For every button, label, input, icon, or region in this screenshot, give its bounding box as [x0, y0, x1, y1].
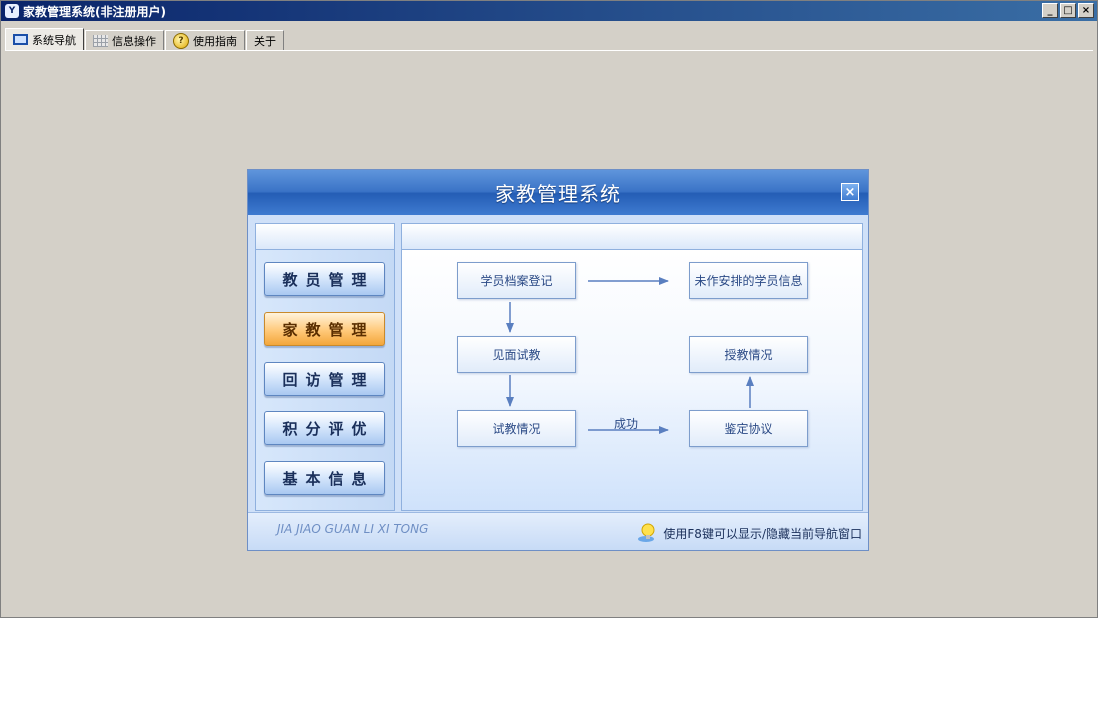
workflow-body: 学员档案登记 见面试教 试教情况 鉴定协议 授教情况 未作安排的学员信息 成功: [402, 251, 862, 510]
navigation-sidebar: 教员管理 家教管理 回访管理 积分评优 基本信息: [255, 223, 395, 511]
workflow-header: [402, 224, 862, 250]
points-rating-button[interactable]: 积分评优: [264, 411, 385, 445]
footer-brand: JIA JIAO GUAN LI XI TONG: [277, 522, 429, 536]
window-controls: _ □ ×: [1042, 3, 1094, 18]
navigation-footer: JIA JIAO GUAN LI XI TONG 使用F8键可以显示/隐藏当前导…: [248, 512, 868, 550]
footer-tip-text: 使用F8键可以显示/隐藏当前导航窗口: [663, 526, 862, 541]
basic-info-button[interactable]: 基本信息: [264, 461, 385, 495]
footer-tip: 使用F8键可以显示/隐藏当前导航窗口: [637, 522, 862, 544]
tab-user-guide[interactable]: ? 使用指南: [165, 30, 245, 51]
navigation-title: 家教管理系统: [495, 182, 621, 206]
flow-step-student-registration[interactable]: 学员档案登记: [457, 262, 576, 299]
teacher-management-button[interactable]: 教员管理: [264, 262, 385, 296]
tab-about[interactable]: 关于: [246, 30, 284, 51]
navigation-panel: 家教管理系统 × 教员管理 家教管理 回访管理 积分评优 基本信息 学员档案登记…: [247, 169, 869, 551]
flow-step-teaching-status[interactable]: 授教情况: [689, 336, 808, 373]
flow-step-agreement[interactable]: 鉴定协议: [689, 410, 808, 447]
navigation-header: 家教管理系统 ×: [248, 170, 868, 215]
flow-step-meeting-trial[interactable]: 见面试教: [457, 336, 576, 373]
monitor-icon: [13, 34, 28, 45]
workflow-panel: 学员档案登记 见面试教 试教情况 鉴定协议 授教情况 未作安排的学员信息 成功: [401, 223, 863, 511]
sidebar-header: [256, 224, 394, 250]
minimize-button[interactable]: _: [1042, 3, 1058, 18]
tab-label: 关于: [254, 34, 276, 48]
help-icon: ?: [173, 32, 189, 49]
follow-up-management-button[interactable]: 回访管理: [264, 362, 385, 396]
title-bar[interactable]: Y 家教管理系统(非注册用户) _ □ ×: [1, 1, 1097, 21]
tab-information-operation[interactable]: 信息操作: [85, 30, 164, 51]
app-icon: Y: [5, 4, 19, 18]
flow-edge-label: 成功: [614, 417, 639, 431]
tab-label: 系统导航: [32, 33, 76, 47]
tab-label: 信息操作: [112, 34, 156, 48]
tab-strip: 系统导航 信息操作 ? 使用指南 关于: [5, 28, 285, 51]
flow-step-trial-status[interactable]: 试教情况: [457, 410, 576, 447]
tutoring-management-button[interactable]: 家教管理: [264, 312, 385, 346]
close-navigation-button[interactable]: ×: [841, 183, 859, 201]
tab-divider: [5, 50, 1093, 51]
lightbulb-icon: [638, 523, 655, 542]
app-window: Y 家教管理系统(非注册用户) _ □ × 系统导航 信息操作 ? 使用指南 关…: [0, 0, 1098, 618]
flow-step-unarranged-students[interactable]: 未作安排的学员信息: [689, 262, 808, 299]
grid-icon: [93, 34, 108, 47]
tab-label: 使用指南: [193, 34, 237, 48]
window-title: 家教管理系统(非注册用户): [23, 4, 166, 19]
restore-button[interactable]: □: [1060, 3, 1076, 18]
close-window-button[interactable]: ×: [1078, 3, 1094, 18]
tab-system-navigation[interactable]: 系统导航: [5, 28, 84, 51]
